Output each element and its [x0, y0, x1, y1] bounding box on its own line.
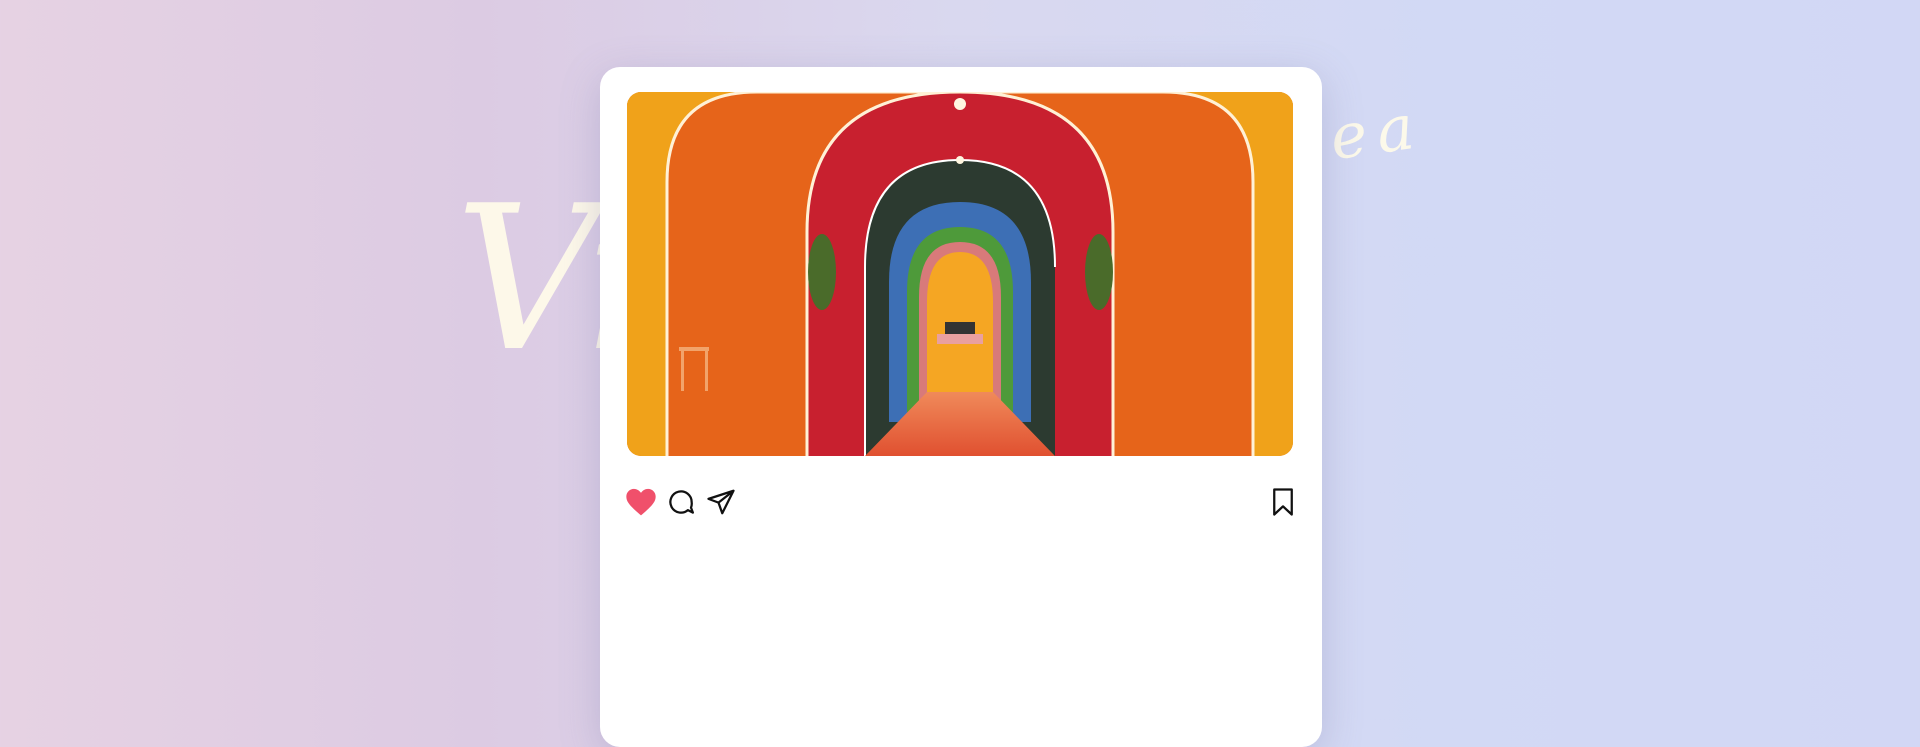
- like-button[interactable]: [624, 485, 658, 519]
- post-image[interactable]: [627, 92, 1293, 456]
- comment-button[interactable]: [664, 485, 698, 519]
- post-actions-bar: [624, 485, 1300, 525]
- background-script-right: ea: [1325, 88, 1429, 175]
- corridor-illustration: [627, 92, 1293, 456]
- save-button[interactable]: [1266, 485, 1300, 519]
- post-card: [600, 67, 1322, 747]
- comment-icon: [669, 490, 694, 514]
- share-button[interactable]: [704, 485, 738, 519]
- heart-icon: [626, 488, 656, 516]
- send-icon: [707, 489, 735, 515]
- bookmark-icon: [1273, 488, 1293, 516]
